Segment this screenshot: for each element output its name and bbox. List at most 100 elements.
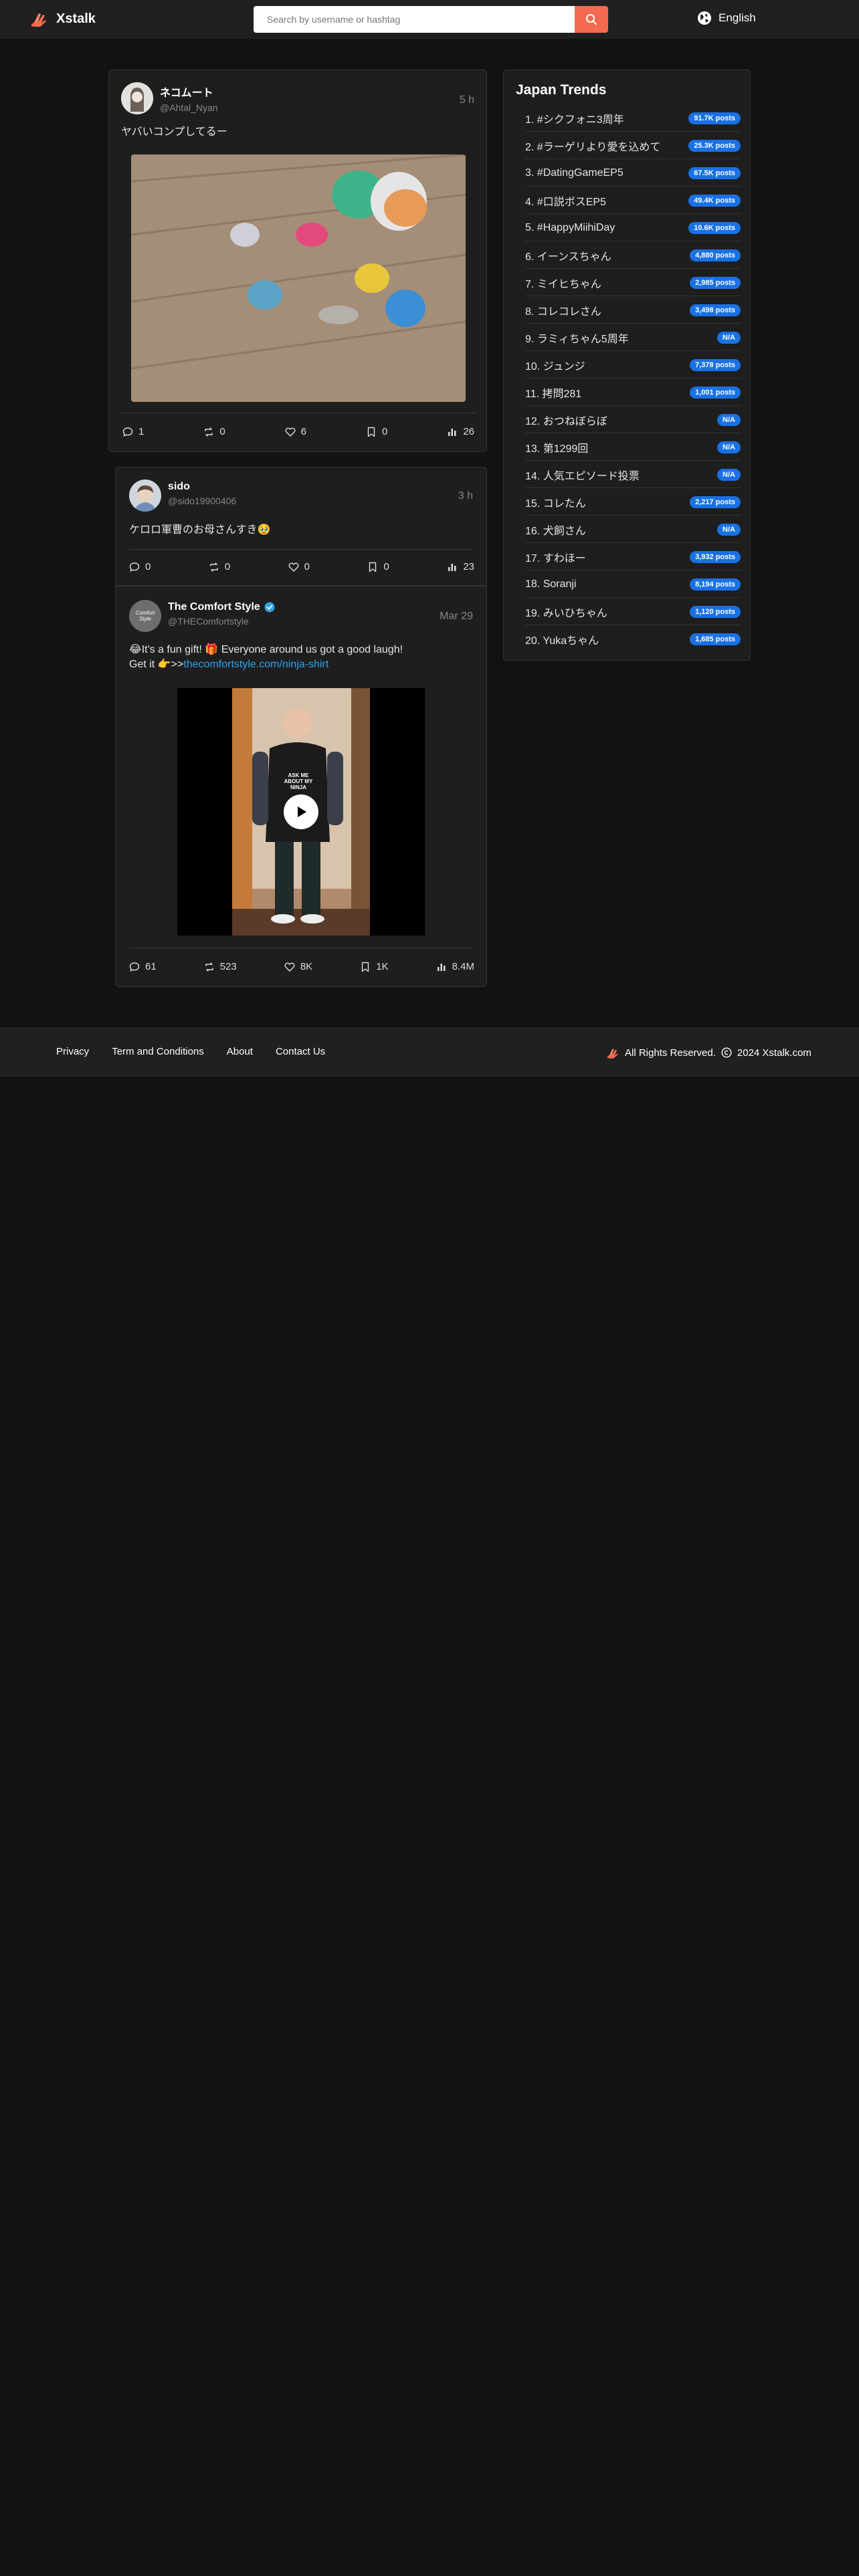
bookmark-button[interactable]: 0 bbox=[367, 561, 389, 572]
trend-label: 5. #HappyMiihiDay bbox=[525, 221, 615, 233]
trend-item[interactable]: 4. #口説ボスEP5 49.4K posts bbox=[525, 187, 741, 214]
footer-links: Privacy Term and Conditions About Contac… bbox=[56, 1046, 325, 1057]
comment-count: 61 bbox=[145, 961, 157, 972]
trend-label: 9. ラミィちゃん5周年 bbox=[525, 333, 629, 345]
repost-icon bbox=[210, 562, 218, 572]
post-card[interactable]: Comfort Style The Comfort Style @THEComf… bbox=[115, 586, 487, 987]
user-name[interactable]: The Comfort Style bbox=[168, 601, 275, 613]
bookmark-count: 0 bbox=[383, 561, 389, 572]
bookmark-button[interactable]: 0 bbox=[366, 426, 387, 437]
play-button[interactable] bbox=[284, 794, 318, 829]
trend-item[interactable]: 6. イーンスちゃん 4,880 posts bbox=[525, 242, 741, 269]
comment-icon bbox=[129, 962, 140, 972]
bar-chart-icon bbox=[448, 563, 456, 571]
trend-item[interactable]: 17. すわほー 3,932 posts bbox=[525, 544, 741, 570]
copyright-text: 2024 Xstalk.com bbox=[737, 1047, 812, 1059]
user-name[interactable]: ネコムート bbox=[160, 84, 218, 100]
views-stat: 8.4M bbox=[436, 961, 474, 972]
repost-button[interactable]: 0 bbox=[209, 561, 230, 572]
trend-item[interactable]: 3. #DatingGameEP5 67.5K posts bbox=[525, 160, 741, 187]
trend-item[interactable]: 18. Soranji 8,194 posts bbox=[525, 571, 741, 598]
trend-item[interactable]: 8. コレコレさん 3,498 posts bbox=[525, 297, 741, 324]
trend-count-badge: N/A bbox=[717, 413, 741, 426]
verified-badge-icon bbox=[264, 602, 275, 613]
repost-button[interactable]: 0 bbox=[203, 426, 225, 437]
bar-chart-icon bbox=[437, 963, 446, 971]
comment-button[interactable]: 61 bbox=[129, 961, 157, 972]
post-text: 😂It's a fun gift! 🎁 Everyone around us g… bbox=[129, 643, 477, 672]
post-time: Mar 29 bbox=[440, 611, 473, 622]
shirt-print-text: ASK ME ABOUT MY NINJA bbox=[284, 772, 313, 790]
trend-label: 12. おつねぼらぼ bbox=[525, 415, 607, 427]
trend-count-badge: 25.3K posts bbox=[688, 139, 741, 152]
top-header: Xstalk English bbox=[0, 0, 859, 39]
comment-button[interactable]: 1 bbox=[122, 426, 144, 437]
trend-item[interactable]: 10. ジュンジ 7,378 posts bbox=[525, 352, 741, 379]
view-count: 26 bbox=[463, 426, 474, 437]
user-handle[interactable]: @THEComfortstyle bbox=[168, 616, 275, 627]
post-video[interactable]: ASK ME ABOUT MY NINJA bbox=[177, 688, 425, 936]
trend-item[interactable]: 19. みいひちゃん 1,120 posts bbox=[525, 599, 741, 625]
trend-count-badge: 7,378 posts bbox=[690, 358, 741, 371]
like-button[interactable]: 6 bbox=[285, 426, 306, 437]
footer-link-terms[interactable]: Term and Conditions bbox=[112, 1046, 204, 1057]
trend-label: 3. #DatingGameEP5 bbox=[525, 167, 624, 179]
like-count: 0 bbox=[304, 561, 310, 572]
trend-item[interactable]: 5. #HappyMiihiDay 10.6K posts bbox=[525, 215, 741, 241]
post-image[interactable] bbox=[131, 154, 466, 402]
like-button[interactable]: 0 bbox=[288, 561, 310, 572]
search-bar bbox=[254, 6, 608, 33]
footer-link-privacy[interactable]: Privacy bbox=[56, 1046, 89, 1057]
trend-item[interactable]: 13. 第1299回 N/A bbox=[525, 434, 741, 461]
views-stat: 23 bbox=[447, 561, 474, 572]
trend-label: 17. すわほー bbox=[525, 552, 586, 564]
trend-item[interactable]: 12. おつねぼらぼ N/A bbox=[525, 407, 741, 433]
language-label: English bbox=[719, 11, 756, 24]
rights-text: All Rights Reserved. bbox=[625, 1047, 716, 1059]
trend-item[interactable]: 14. 人気エピソード投票 N/A bbox=[525, 461, 741, 488]
trend-count-badge: 91.7K posts bbox=[688, 112, 741, 124]
heart-icon bbox=[288, 562, 299, 572]
comment-button[interactable]: 0 bbox=[129, 561, 151, 572]
trend-item[interactable]: 11. 拷問281 1,001 posts bbox=[525, 379, 741, 406]
app-logo[interactable]: Xstalk bbox=[28, 9, 96, 28]
trend-item[interactable]: 2. #ラーゲリより愛を込めて 25.3K posts bbox=[525, 132, 741, 159]
bookmark-button[interactable]: 1K bbox=[360, 961, 389, 972]
avatar[interactable] bbox=[129, 479, 161, 512]
user-handle[interactable]: @Ahtal_Nyan bbox=[160, 102, 218, 113]
trend-label: 1. #シクフォニ3周年 bbox=[525, 114, 624, 126]
post-time: 3 h bbox=[458, 490, 473, 502]
play-icon bbox=[298, 807, 306, 817]
trend-label: 10. ジュンジ bbox=[525, 360, 585, 372]
footer-link-about[interactable]: About bbox=[227, 1046, 253, 1057]
search-button[interactable] bbox=[575, 6, 608, 33]
language-selector[interactable]: English bbox=[697, 11, 756, 25]
user-name[interactable]: sido bbox=[168, 481, 236, 493]
trend-item[interactable]: 1. #シクフォニ3周年 91.7K posts bbox=[525, 105, 741, 132]
trend-item[interactable]: 20. Yukaちゃん 1,685 posts bbox=[525, 626, 741, 653]
trend-count-badge: 2,985 posts bbox=[690, 276, 741, 289]
trend-item[interactable]: 9. ラミィちゃん5周年 N/A bbox=[525, 324, 741, 351]
post-card[interactable]: sido @sido19900406 3 h ケロロ軍曹のお母さんすき🥹 0 0… bbox=[115, 467, 487, 586]
avatar[interactable]: Comfort Style bbox=[129, 600, 161, 632]
footer-link-contact[interactable]: Contact Us bbox=[276, 1046, 325, 1057]
search-input[interactable] bbox=[254, 6, 575, 33]
bookmark-count: 1K bbox=[376, 961, 389, 972]
trend-label: 19. みいひちゃん bbox=[525, 607, 607, 619]
trend-count-badge: N/A bbox=[717, 441, 741, 453]
trend-count-badge: N/A bbox=[717, 331, 741, 344]
trend-item[interactable]: 16. 犬飼さん N/A bbox=[525, 516, 741, 543]
user-handle[interactable]: @sido19900406 bbox=[168, 496, 236, 506]
like-button[interactable]: 8K bbox=[284, 961, 312, 972]
repost-button[interactable]: 523 bbox=[204, 961, 237, 972]
post-actions: 1 0 6 0 26 bbox=[122, 426, 474, 437]
post-card[interactable]: ネコムート @Ahtal_Nyan 5 h ヤバいコンプしてるー 1 0 6 0… bbox=[108, 70, 487, 452]
trend-item[interactable]: 7. ミイヒちゃん 2,985 posts bbox=[525, 270, 741, 296]
trend-count-badge: N/A bbox=[717, 523, 741, 536]
trend-item[interactable]: 15. コレたん 2,217 posts bbox=[525, 489, 741, 516]
post-link[interactable]: thecomfortstyle.com/ninja-shirt bbox=[183, 659, 328, 670]
trend-label: 4. #口説ボスEP5 bbox=[525, 196, 606, 208]
trends-panel: Japan Trends 1. #シクフォニ3周年 91.7K posts 2. … bbox=[503, 70, 751, 661]
avatar[interactable] bbox=[121, 82, 153, 114]
trend-count-badge: 3,498 posts bbox=[690, 304, 741, 316]
